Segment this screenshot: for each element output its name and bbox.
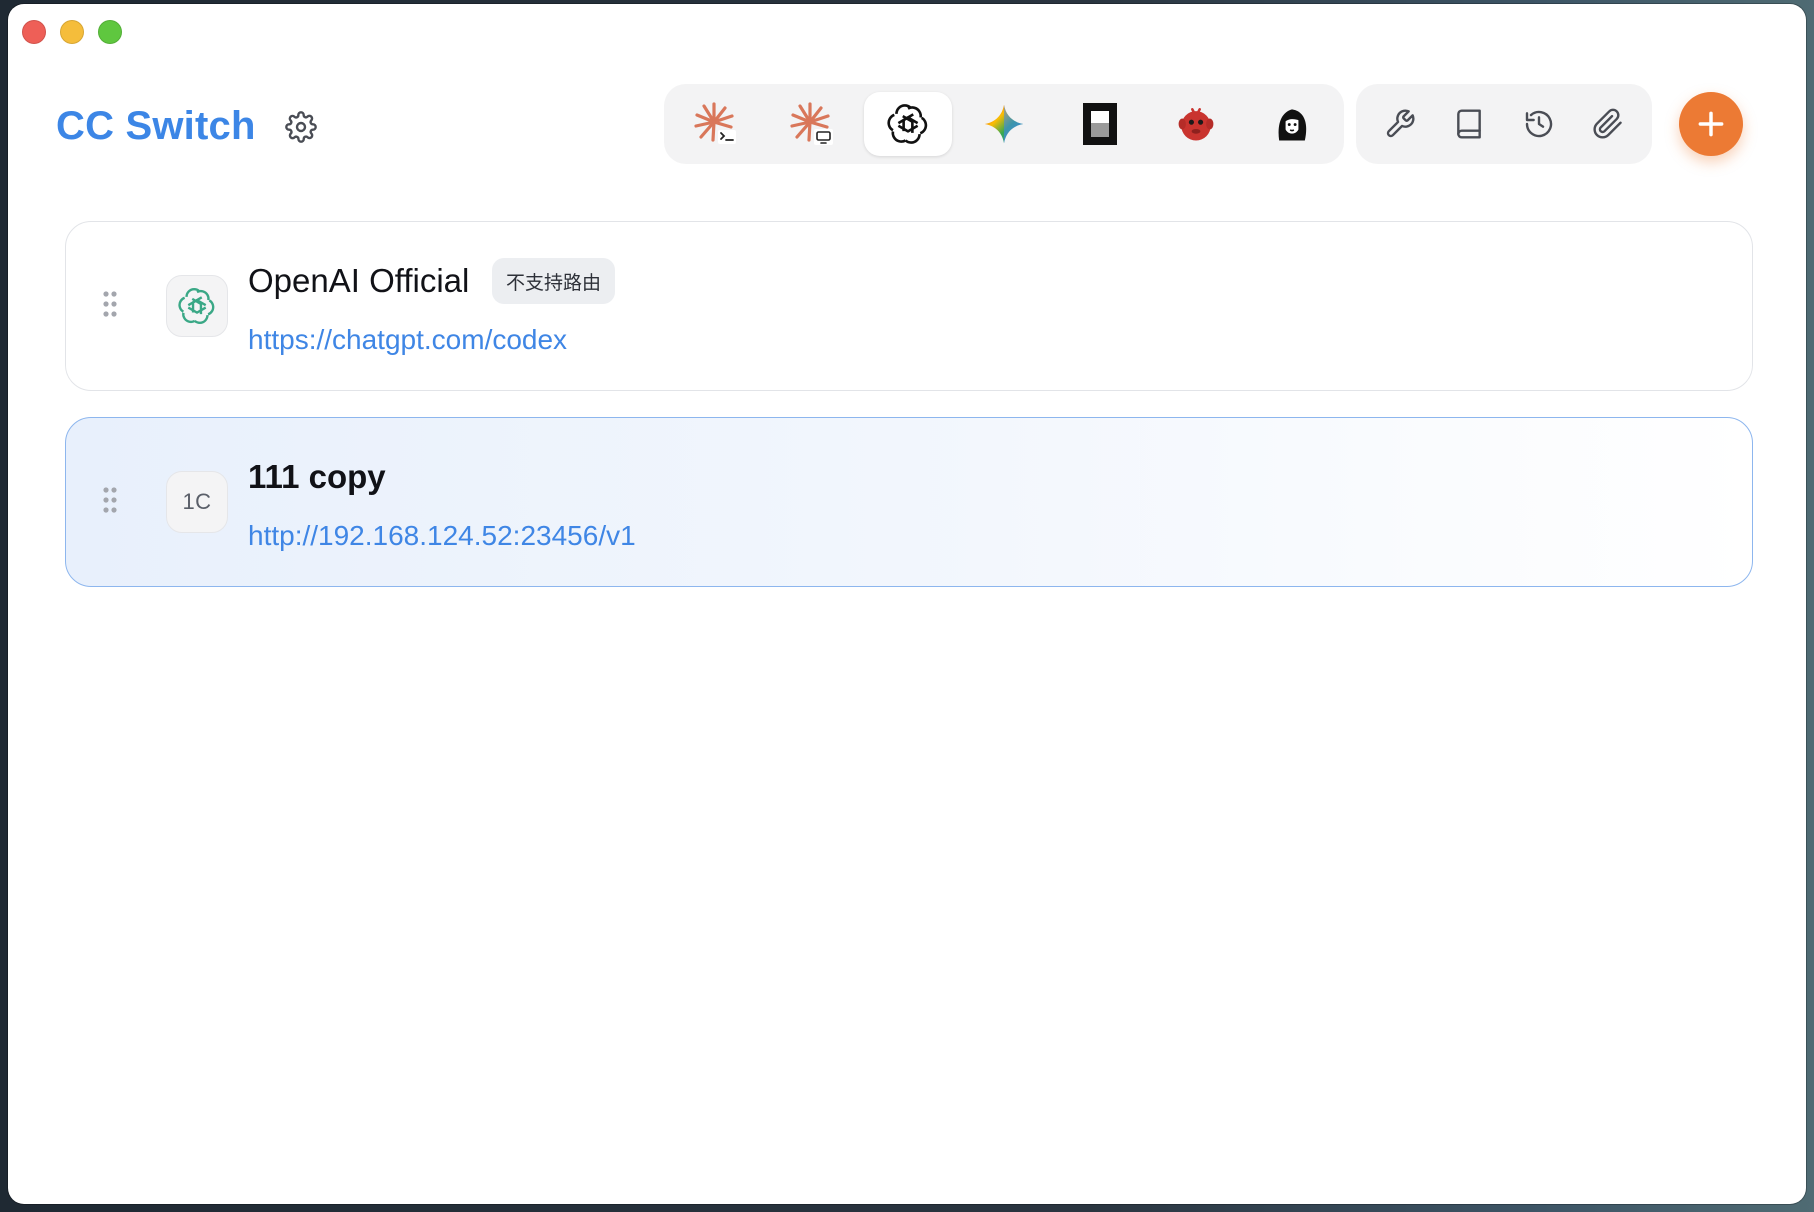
provider-initials: 1C bbox=[182, 489, 212, 514]
gear-icon bbox=[285, 111, 317, 143]
provider-avatar: 1C bbox=[166, 471, 228, 533]
opencode-block-icon bbox=[1083, 103, 1117, 145]
settings-button[interactable] bbox=[282, 108, 320, 146]
app-tab-gemini[interactable] bbox=[960, 92, 1048, 156]
gemini-sparkle-icon bbox=[984, 104, 1024, 144]
app-tab-codex[interactable] bbox=[864, 92, 952, 156]
history-button[interactable] bbox=[1507, 92, 1571, 156]
claude-terminal-icon bbox=[694, 102, 736, 144]
provider-avatar bbox=[166, 275, 228, 337]
utility-toolbar bbox=[1356, 84, 1652, 164]
app-switcher bbox=[664, 84, 1344, 164]
plus-icon bbox=[1698, 111, 1724, 137]
openai-icon bbox=[887, 104, 928, 144]
maximize-window-button[interactable] bbox=[98, 20, 122, 44]
routing-unsupported-badge: 不支持路由 bbox=[492, 258, 616, 304]
provider-card-111-copy[interactable]: 1C 111 copy http://192.168.124.52:23456/… bbox=[65, 417, 1753, 587]
close-window-button[interactable] bbox=[22, 20, 46, 44]
provider-url-link[interactable]: http://192.168.124.52:23456/v1 bbox=[248, 520, 636, 552]
paperclip-icon bbox=[1593, 108, 1622, 139]
drag-handle-icon[interactable] bbox=[102, 290, 118, 318]
app-tab-character[interactable] bbox=[1248, 92, 1336, 156]
character-portrait-icon bbox=[1278, 109, 1307, 141]
claude-desktop-icon bbox=[790, 102, 833, 145]
history-icon bbox=[1525, 110, 1552, 138]
red-mascot-icon bbox=[1178, 108, 1214, 141]
app-tab-opencode[interactable] bbox=[1056, 92, 1144, 156]
app-tab-claude-code[interactable] bbox=[672, 92, 760, 156]
window-controls bbox=[22, 20, 122, 44]
book-icon bbox=[1457, 109, 1482, 139]
minimize-window-button[interactable] bbox=[60, 20, 84, 44]
wrench-icon bbox=[1386, 109, 1415, 138]
attachments-button[interactable] bbox=[1576, 92, 1640, 156]
app-tab-claude-desktop[interactable] bbox=[768, 92, 856, 156]
provider-url-link[interactable]: https://chatgpt.com/codex bbox=[248, 324, 567, 356]
provider-card-openai-official[interactable]: OpenAI Official 不支持路由 https://chatgpt.co… bbox=[65, 221, 1753, 391]
docs-button[interactable] bbox=[1437, 92, 1501, 156]
app-window: CC Switch OpenAI Official 不支持路由 https://… bbox=[8, 4, 1806, 1204]
provider-name: OpenAI Official bbox=[248, 262, 470, 299]
app-tab-red-mascot[interactable] bbox=[1152, 92, 1240, 156]
tools-button[interactable] bbox=[1368, 92, 1432, 156]
provider-name: 111 copy bbox=[248, 458, 386, 495]
add-provider-button[interactable] bbox=[1679, 92, 1743, 156]
openai-icon bbox=[178, 288, 215, 324]
app-title: CC Switch bbox=[56, 104, 256, 148]
drag-handle-icon[interactable] bbox=[102, 486, 118, 514]
